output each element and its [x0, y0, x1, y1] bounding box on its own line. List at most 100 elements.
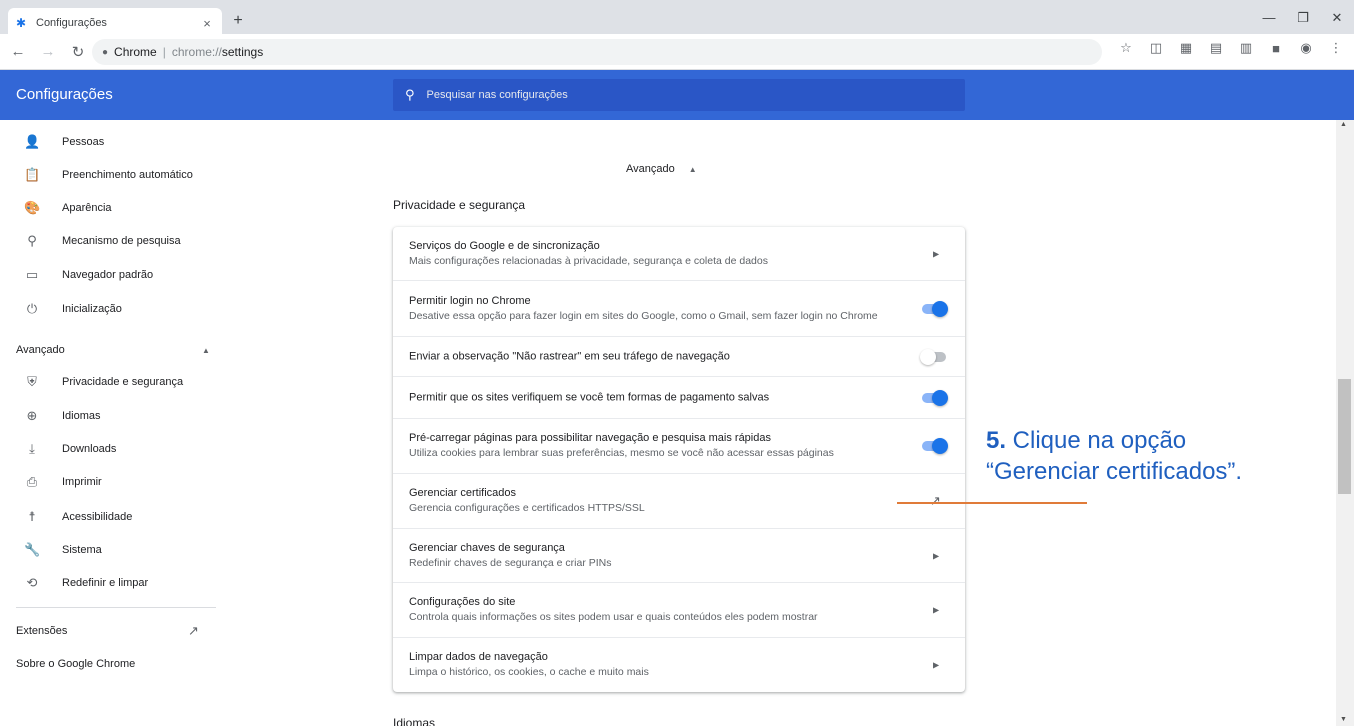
advanced-heading: Avançado: [626, 163, 675, 175]
sidebar-item-label: Pessoas: [62, 135, 105, 148]
pocket-icon[interactable]: ◫: [1148, 40, 1164, 56]
sidebar-item-label: Preenchimento automático: [62, 168, 193, 181]
sidebar-item-label: Redefinir e limpar: [62, 576, 149, 589]
external-link-icon[interactable]: ↗: [930, 493, 941, 509]
palette-icon: 🎨: [24, 199, 41, 215]
annotation-text-2: “Gerenciar certificados”.: [986, 458, 1243, 485]
sidebar-about-label: Sobre o Google Chrome: [16, 658, 136, 670]
sidebar-item-label: Navegador padrão: [62, 268, 154, 281]
sidebar-item-mecanismo[interactable]: ⚲ Mecanismo de pesquisa: [0, 224, 240, 257]
minimize-icon[interactable]: —: [1254, 10, 1284, 25]
address-bar[interactable]: ● Chrome | chrome:// settings: [92, 39, 1102, 65]
scrollbar-thumb[interactable]: [1338, 379, 1351, 494]
search-input[interactable]: ⚲ Pesquisar nas configurações: [393, 79, 965, 111]
sidebar-item-idiomas[interactable]: ⊕ Idiomas: [0, 399, 240, 432]
sidebar-item-navegador[interactable]: ▭ Navegador padrão: [0, 258, 240, 291]
row-text: Permitir login no Chrome Desative essa o…: [409, 294, 878, 324]
chevron-right-icon: ▶: [933, 660, 940, 670]
sidebar-item-acessibilidade[interactable]: ☨ Acessibilidade: [0, 500, 240, 533]
close-window-icon[interactable]: ✕: [1322, 10, 1352, 26]
person-icon: 👤: [24, 133, 41, 149]
browser-icon: ▭: [25, 266, 39, 282]
power-icon: ⏻: [26, 300, 38, 316]
caret-up-icon: ▲: [202, 345, 210, 355]
do-not-track-toggle[interactable]: [920, 348, 948, 365]
next-section-title: Idiomas: [393, 716, 436, 726]
row-text: Configurações do site Controla quais inf…: [409, 595, 818, 625]
row-primary: Serviços do Google e de sincronização: [409, 239, 600, 252]
chrome-login-toggle[interactable]: [920, 300, 948, 317]
row-primary: Permitir que os sites verifiquem se você…: [409, 391, 770, 403]
page-title: Configurações: [16, 86, 113, 103]
profile-avatar-icon[interactable]: ◉: [1298, 40, 1314, 56]
sidebar-item-redefinir[interactable]: ⟲ Redefinir e limpar: [0, 566, 240, 599]
row-secondary: Utiliza cookies para lembrar suas prefer…: [409, 447, 834, 459]
sidebar-advanced-label: Avançado: [16, 344, 65, 356]
forward-icon[interactable]: →: [36, 40, 60, 64]
settings-row-security-keys[interactable]: Gerenciar chaves de segurança Redefinir …: [393, 528, 965, 582]
sidebar-item-label: Mecanismo de pesquisa: [62, 234, 181, 247]
restore-icon[interactable]: ❐: [1288, 10, 1318, 26]
sidebar-item-downloads[interactable]: ⤓ Downloads: [0, 432, 240, 465]
row-primary: Gerenciar certificados: [409, 487, 516, 499]
row-secondary: Redefinir chaves de segurança e criar PI…: [409, 556, 612, 569]
annotation-pointer-line: [897, 502, 1087, 504]
download-icon: ⤓: [29, 440, 35, 456]
settings-row-chrome-login: Permitir login no Chrome Desative essa o…: [393, 280, 965, 336]
sidebar-item-extensoes[interactable]: Extensões ↗: [16, 623, 216, 638]
scroll-up-icon[interactable]: ▲: [1340, 121, 1347, 128]
sidebar-item-privacidade[interactable]: ⛨ Privacidade e segurança: [0, 365, 240, 398]
sidebar-item-imprimir[interactable]: ⎙ Imprimir: [0, 465, 240, 498]
settings-row-manage-certificates[interactable]: Gerenciar certificados Gerencia configur…: [393, 473, 965, 528]
advanced-section-toggle[interactable]: Avançado ▲: [626, 163, 697, 175]
row-text: Limpar dados de navegação Limpa o histór…: [409, 650, 649, 680]
new-tab-button[interactable]: +: [228, 12, 248, 30]
globe-icon: ⊕: [26, 407, 38, 423]
sidebar-item-pessoas[interactable]: 👤 Pessoas: [0, 125, 240, 158]
printer-icon: ⎙: [26, 473, 38, 489]
reset-icon: ⟲: [26, 574, 38, 590]
url-separator: |: [162, 45, 166, 59]
clipboard-icon: 📋: [24, 166, 41, 182]
sidebar-item-label: Inicialização: [62, 302, 122, 315]
row-text: Gerenciar certificados Gerencia configur…: [409, 486, 645, 516]
row-primary: Permitir login no Chrome: [409, 294, 531, 307]
sidebar-item-inicializacao[interactable]: ⏻ Inicialização: [0, 292, 240, 325]
settings-row-google-services[interactable]: Serviços do Google e de sincronização Ma…: [393, 227, 965, 280]
row-text: Gerenciar chaves de segurança Redefinir …: [409, 541, 612, 571]
extension-icon[interactable]: ■: [1268, 41, 1284, 56]
wrench-icon: 🔧: [24, 541, 41, 557]
row-primary: Gerenciar chaves de segurança: [409, 541, 565, 554]
sidebar-item-label: Privacidade e segurança: [62, 375, 184, 388]
close-tab-icon[interactable]: ×: [200, 16, 214, 31]
sidebar-advanced-toggle[interactable]: Avançado ▲: [16, 344, 216, 356]
sidebar-item-preenchimento[interactable]: 📋 Preenchimento automático: [0, 158, 240, 191]
back-icon[interactable]: ←: [6, 40, 30, 64]
extension-icon[interactable]: ▤: [1208, 40, 1224, 56]
section-title: Privacidade e segurança: [393, 198, 526, 212]
extension-icon[interactable]: ▥: [1238, 40, 1254, 56]
sidebar-item-sobre[interactable]: Sobre o Google Chrome: [16, 658, 216, 670]
row-secondary: Gerencia configurações e certificados HT…: [409, 502, 645, 514]
sidebar-item-aparencia[interactable]: 🎨 Aparência: [0, 191, 240, 224]
sidebar-item-label: Sistema: [62, 543, 102, 556]
scroll-down-icon[interactable]: ▼: [1340, 716, 1347, 723]
settings-row-site-settings[interactable]: Configurações do site Controla quais inf…: [393, 582, 965, 637]
menu-icon[interactable]: ⋮: [1328, 40, 1344, 56]
sidebar-item-sistema[interactable]: 🔧 Sistema: [0, 533, 240, 566]
settings-row-clear-data[interactable]: Limpar dados de navegação Limpa o histór…: [393, 637, 965, 692]
settings-row-payment-methods: Permitir que os sites verifiquem se você…: [393, 376, 965, 418]
row-primary: Limpar dados de navegação: [409, 651, 548, 663]
row-primary: Pré-carregar páginas para possibilitar n…: [409, 432, 771, 444]
search-icon: ⚲: [27, 232, 37, 248]
payment-methods-toggle[interactable]: [920, 389, 948, 406]
row-primary: Enviar a observação "Não rastrear" em se…: [409, 350, 730, 362]
reload-icon[interactable]: ↻: [66, 40, 90, 64]
bookmark-star-icon[interactable]: ☆: [1118, 40, 1134, 56]
preload-pages-toggle[interactable]: [920, 438, 948, 454]
row-text: Permitir que os sites verifiquem se você…: [409, 390, 769, 405]
settings-row-preload-pages: Pré-carregar páginas para possibilitar n…: [393, 418, 965, 473]
chevron-right-icon: ▶: [933, 249, 940, 258]
url-path: settings: [221, 45, 264, 59]
extension-icon[interactable]: ▦: [1178, 40, 1194, 56]
